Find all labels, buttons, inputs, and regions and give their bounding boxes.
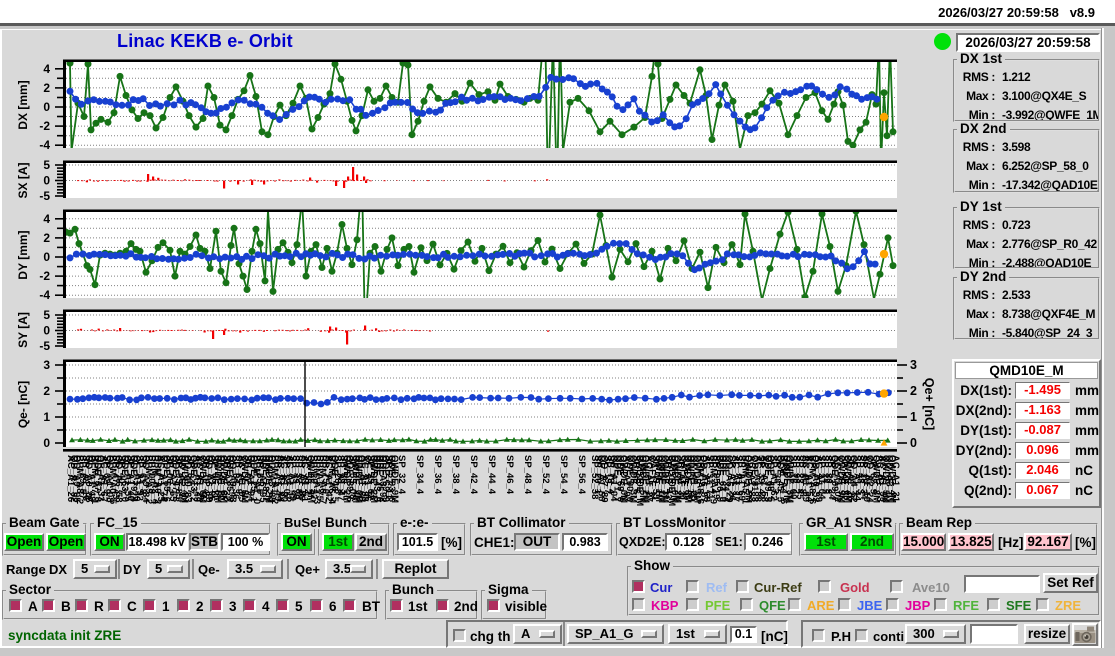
svg-text:SP_42_4: SP_42_4 [468, 455, 479, 495]
svg-text:2: 2 [43, 81, 50, 95]
svg-text:5: 5 [43, 308, 50, 322]
svg-text:-2: -2 [39, 269, 50, 283]
svg-text:SP_34_4: SP_34_4 [414, 455, 425, 495]
svg-text:0: 0 [43, 250, 50, 264]
svg-text:SY [A]: SY [A] [16, 312, 30, 348]
svg-text:1: 1 [910, 410, 917, 424]
svg-text:DX [mm]: DX [mm] [16, 80, 30, 129]
svg-text:0: 0 [910, 436, 917, 450]
svg-text:SX [A]: SX [A] [16, 162, 30, 198]
svg-text:DY [mm]: DY [mm] [16, 230, 30, 279]
svg-text:4: 4 [43, 212, 50, 226]
svg-text:1: 1 [43, 410, 50, 424]
svg-text:SP_32_4: SP_32_4 [396, 455, 407, 495]
svg-text:SP_52_4: SP_52_4 [540, 455, 551, 495]
svg-text:-2: -2 [39, 119, 50, 133]
svg-text:2: 2 [910, 384, 917, 398]
svg-text:0: 0 [43, 174, 50, 188]
svg-text:5: 5 [43, 158, 50, 172]
svg-text:-5: -5 [39, 189, 50, 203]
svg-text:SP_46_4: SP_46_4 [504, 455, 515, 495]
svg-text:0: 0 [43, 436, 50, 450]
svg-text:SP_54_4: SP_54_4 [558, 455, 569, 495]
svg-text:Qe- [nC]: Qe- [nC] [16, 381, 30, 428]
svg-text:3: 3 [910, 358, 917, 372]
svg-text:SP_44_4: SP_44_4 [486, 455, 497, 495]
svg-text:Qe+ [nC]: Qe+ [nC] [922, 378, 936, 430]
svg-text:0: 0 [43, 324, 50, 338]
svg-text:0: 0 [43, 100, 50, 114]
svg-text:2: 2 [43, 384, 50, 398]
svg-text:-5: -5 [39, 339, 50, 353]
svg-text:3: 3 [43, 358, 50, 372]
svg-text:-4: -4 [39, 138, 50, 152]
svg-text:SP_38_4: SP_38_4 [450, 455, 461, 495]
svg-text:SP_56_4: SP_56_4 [576, 455, 587, 495]
svg-text:SP_36_4: SP_36_4 [432, 455, 443, 495]
svg-text:4: 4 [43, 62, 50, 76]
svg-text:-4: -4 [39, 288, 50, 302]
svg-text:2: 2 [43, 231, 50, 245]
svg-text:SP_48_4: SP_48_4 [522, 455, 533, 495]
svg-text:AC_A1_31: AC_A1_31 [890, 455, 901, 503]
